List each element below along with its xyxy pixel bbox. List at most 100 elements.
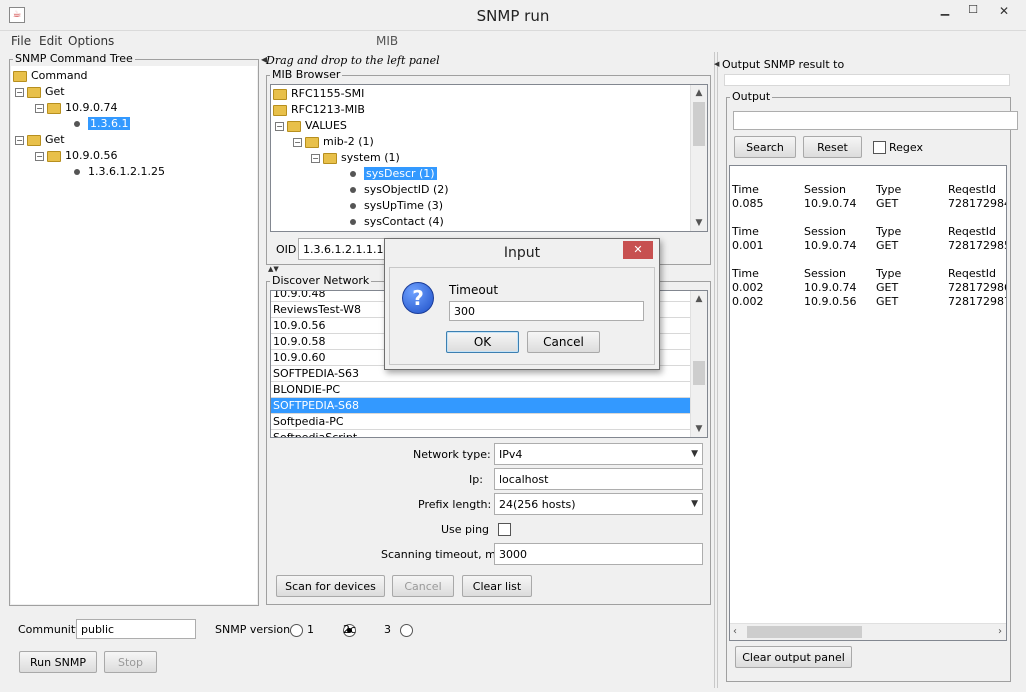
collapse-icon[interactable]: − (293, 137, 302, 147)
menu-edit[interactable]: Edit (39, 34, 62, 48)
list-item[interactable]: Softpedia-PC (271, 414, 707, 430)
use-ping-checkbox[interactable] (498, 523, 511, 536)
chevron-down-icon: ▼ (691, 499, 698, 509)
cell-type: GET (876, 197, 899, 210)
minimize-button[interactable]: ▁ (930, 0, 960, 22)
search-input[interactable] (733, 111, 1018, 130)
folder-icon (47, 150, 61, 162)
scroll-down-icon[interactable]: ▼ (691, 421, 707, 437)
menu-options[interactable]: Options (68, 34, 114, 48)
col-header-time: Time (732, 183, 759, 196)
scroll-up-icon[interactable]: ▲ (691, 85, 707, 101)
tree-node-oid-2[interactable]: 1.3.6.1.2.1.25 (71, 164, 165, 180)
tree-node-oid-1[interactable]: 1.3.6.1 (71, 116, 131, 132)
dialog-close-button[interactable]: ✕ (623, 241, 653, 259)
tree-node-host-1[interactable]: − 10.9.0.74 (35, 100, 117, 116)
regex-checkbox[interactable] (873, 141, 886, 154)
tree-label: RFC1213-MIB (291, 103, 365, 116)
search-button[interactable]: Search (734, 136, 796, 158)
title-bar: ☕ SNMP run ▁ ☐ ✕ (0, 0, 1026, 31)
mib-leaf[interactable]: sysContact (4) (347, 214, 444, 230)
ip-label: Ip: (469, 473, 483, 486)
output-hscrollbar[interactable]: ‹ › (730, 623, 1006, 640)
col-header-time: Time (732, 225, 759, 238)
menu-file[interactable]: File (11, 34, 31, 48)
list-item[interactable]: SoftpediaScript (271, 430, 707, 437)
version-1-label: 1 (307, 623, 314, 636)
mib-leaf[interactable]: sysUpTime (3) (347, 198, 443, 214)
network-type-select[interactable]: IPv4 ▼ (494, 443, 703, 465)
output-destination-field[interactable] (724, 74, 1010, 86)
prefix-length-label: Prefix length: (418, 498, 492, 511)
col-header-type: Type (876, 267, 902, 280)
stop-button[interactable]: Stop (104, 651, 157, 673)
dialog-ok-button[interactable]: OK (446, 331, 519, 353)
ip-field[interactable]: localhost (494, 468, 703, 490)
community-field[interactable]: public (76, 619, 196, 639)
reset-button[interactable]: Reset (803, 136, 862, 158)
tree-label-selected: 1.3.6.1 (88, 117, 131, 130)
command-tree-title: SNMP Command Tree (13, 52, 135, 65)
prefix-length-select[interactable]: 24(256 hosts) ▼ (494, 493, 703, 515)
folder-icon (27, 134, 41, 146)
cell-time: 0.002 (732, 281, 764, 294)
mib-node[interactable]: − mib-2 (1) (293, 134, 374, 150)
scroll-up-icon[interactable]: ▲ (691, 291, 707, 307)
folder-icon (323, 152, 337, 164)
cell-requestid: 728172986 (948, 281, 1007, 294)
tree-node-get-1[interactable]: − Get (15, 84, 65, 100)
mib-scrollbar[interactable]: ▲ ▼ (690, 85, 707, 231)
collapse-icon[interactable]: − (15, 87, 24, 97)
scroll-thumb[interactable] (747, 626, 862, 638)
maximize-button[interactable]: ☐ (960, 0, 986, 22)
mib-node[interactable]: RFC1155-SMI (273, 86, 364, 102)
splitter-arrow-icon[interactable]: ◀ (714, 60, 719, 68)
collapse-icon[interactable]: − (35, 103, 44, 113)
scroll-right-icon[interactable]: › (998, 626, 1002, 637)
clear-output-button[interactable]: Clear output panel (735, 646, 852, 668)
version-1-radio[interactable] (290, 623, 303, 637)
collapse-icon[interactable]: − (275, 121, 284, 131)
tree-node-host-2[interactable]: − 10.9.0.56 (35, 148, 117, 164)
list-item-selected[interactable]: SOFTPEDIA-S68 (271, 398, 690, 414)
timeout-input[interactable]: 300 (449, 301, 644, 321)
drag-hint: Drag and drop to the left panel (266, 54, 440, 67)
scroll-thumb[interactable] (693, 102, 705, 146)
clear-list-button[interactable]: Clear list (462, 575, 532, 597)
collapse-icon[interactable]: − (35, 151, 44, 161)
timeout-label: Timeout (449, 283, 499, 297)
collapse-icon[interactable]: − (15, 135, 24, 145)
dialog-title: Input (503, 245, 541, 261)
scan-devices-button[interactable]: Scan for devices (276, 575, 385, 597)
tree-node-get-2[interactable]: − Get (15, 132, 65, 148)
leaf-icon (350, 171, 356, 177)
splitter-arrows-icon[interactable]: ▲▼ (268, 265, 279, 273)
mib-node[interactable]: − VALUES (275, 118, 347, 134)
list-item[interactable]: BLONDIE-PC (271, 382, 707, 398)
dialog-cancel-button[interactable]: Cancel (527, 331, 600, 353)
menu-mib[interactable]: MIB (376, 34, 398, 48)
mib-node[interactable]: RFC1213-MIB (273, 102, 365, 118)
mib-node[interactable]: − system (1) (311, 150, 400, 166)
scan-timeout-field[interactable]: 3000 (494, 543, 703, 565)
oid-label: OID (276, 243, 297, 256)
collapse-icon[interactable]: − (311, 153, 320, 163)
tree-label: 1.3.6.1.2.1.25 (88, 165, 165, 178)
scroll-left-icon[interactable]: ‹ (733, 626, 737, 637)
cell-type: GET (876, 239, 899, 252)
vertical-splitter[interactable] (714, 52, 718, 688)
run-snmp-button[interactable]: Run SNMP (19, 651, 97, 673)
input-dialog: Input ✕ ? Timeout 300 OK Cancel (384, 238, 660, 370)
mib-leaf[interactable]: sysDescr (1) (347, 166, 437, 182)
scroll-down-icon[interactable]: ▼ (691, 215, 707, 231)
mib-leaf[interactable]: sysObjectID (2) (347, 182, 449, 198)
tree-label: system (1) (341, 151, 400, 164)
network-type-label: Network type: (413, 448, 491, 461)
tree-node-command[interactable]: Command (13, 68, 88, 84)
scroll-thumb[interactable] (693, 361, 705, 385)
version-3-radio[interactable] (400, 623, 413, 637)
oid-field[interactable]: 1.3.6.1.2.1.1.1 (298, 238, 388, 260)
close-button[interactable]: ✕ (986, 0, 1022, 22)
cancel-scan-button[interactable]: Cancel (392, 575, 454, 597)
host-list-scrollbar[interactable]: ▲ ▼ (690, 291, 707, 437)
